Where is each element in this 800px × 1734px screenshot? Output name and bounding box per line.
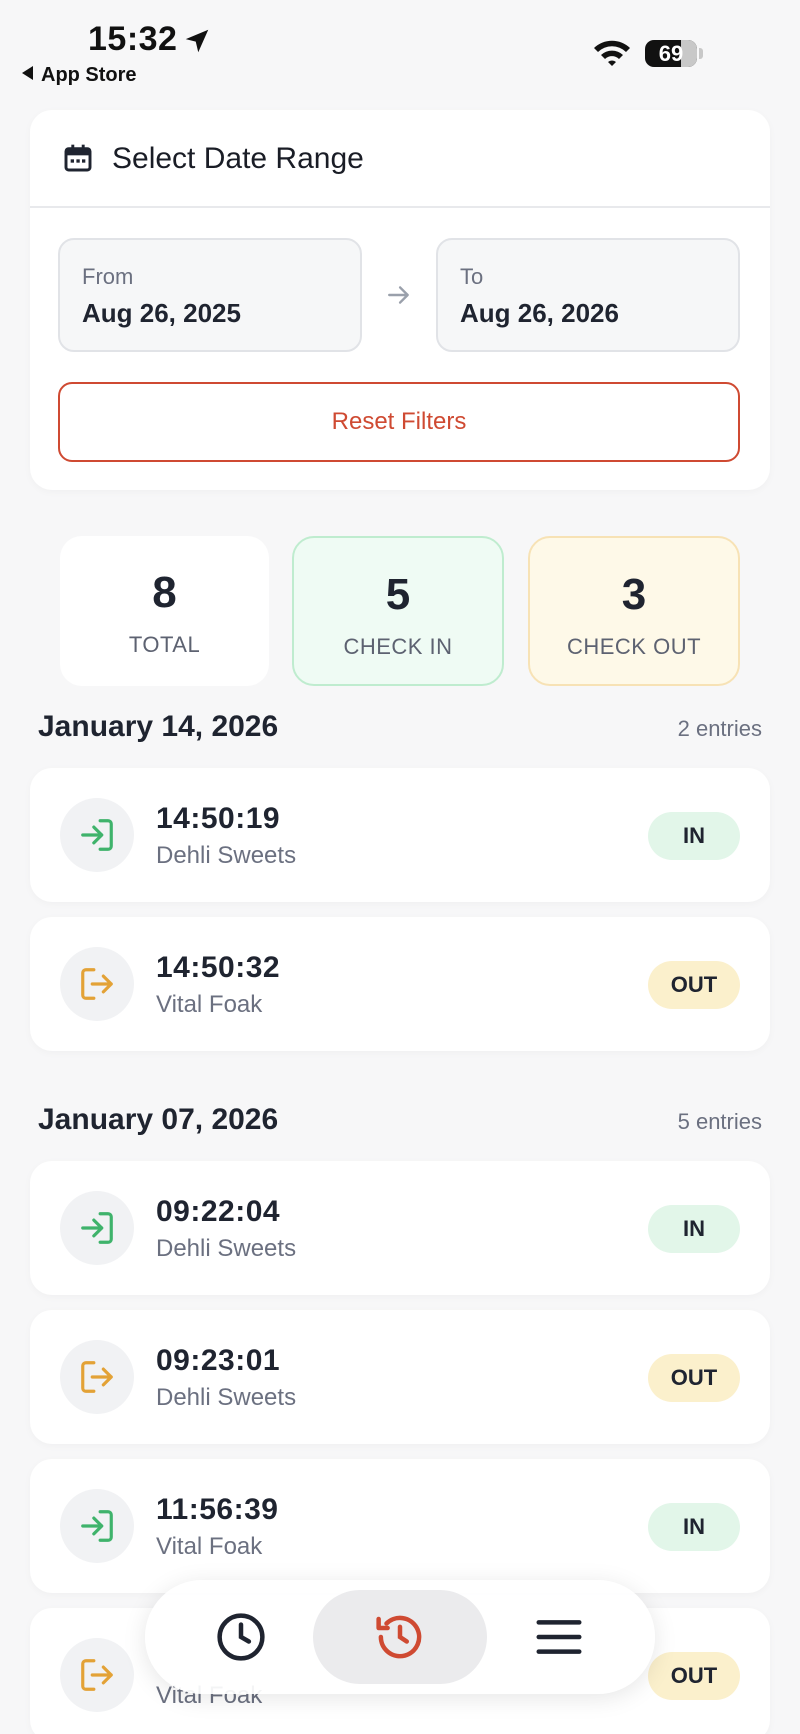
entry-icon-wrap: [60, 1489, 134, 1563]
stat-check-in-card: 5 CHECK IN: [292, 536, 504, 686]
group-entry-count: 5 entries: [677, 1109, 762, 1134]
from-date-field[interactable]: From Aug 26, 2025: [58, 238, 362, 352]
status-bar: 15:32 App Store 69: [0, 0, 800, 96]
from-date-value: Aug 26, 2025: [82, 298, 241, 328]
status-badge: OUT: [648, 1354, 740, 1402]
attendance-entry[interactable]: 11:56:39 Vital Foak IN: [30, 1459, 770, 1593]
reset-filters-button[interactable]: Reset Filters: [58, 382, 740, 462]
stat-check-out-card: 3 CHECK OUT: [528, 536, 740, 686]
entry-place: Dehli Sweets: [156, 842, 297, 869]
entry-icon-wrap: [60, 798, 134, 872]
calendar-icon: [64, 144, 92, 172]
stat-total-value: 8: [152, 568, 177, 617]
date-range-card: Select Date Range From Aug 26, 2025 To A…: [30, 110, 770, 490]
group-date-heading: January 14, 2026: [38, 710, 279, 743]
entry-time: 11:56:39: [156, 1493, 279, 1526]
check-in-icon: [81, 1510, 113, 1542]
group-date-heading: January 07, 2026: [38, 1103, 279, 1136]
status-badge: IN: [648, 812, 740, 860]
entry-icon-wrap: [60, 947, 134, 1021]
tab-clock[interactable]: [181, 1590, 301, 1684]
entry-place: Dehli Sweets: [156, 1235, 297, 1262]
entry-time: 09:23:01: [156, 1344, 281, 1377]
arrow-right-icon: [388, 286, 409, 304]
entry-place: Vital Foak: [156, 1533, 263, 1560]
to-date-value: Aug 26, 2026: [460, 298, 619, 328]
location-arrow-icon: [185, 29, 209, 53]
entry-place: Dehli Sweets: [156, 1384, 297, 1411]
battery-tip: [699, 48, 703, 59]
stat-total-card: 8 TOTAL: [60, 536, 269, 686]
back-app-label: App Store: [41, 64, 137, 86]
check-in-icon: [81, 819, 113, 851]
entry-icon-wrap: [60, 1191, 134, 1265]
stat-check-in-value: 5: [385, 570, 411, 619]
attendance-entry[interactable]: 14:50:19 Dehli Sweets IN: [30, 768, 770, 902]
group-entry-count: 2 entries: [677, 716, 762, 741]
from-date-label: From: [82, 264, 134, 289]
check-in-icon: [81, 1212, 113, 1244]
back-triangle-icon: [22, 66, 33, 80]
entry-time: 14:50:19: [156, 802, 281, 835]
check-out-icon: [81, 968, 113, 1000]
menu-icon: [536, 1620, 582, 1654]
stat-check-out-label: CHECK OUT: [566, 634, 702, 659]
stat-total-label: TOTAL: [128, 632, 201, 657]
to-date-field[interactable]: To Aug 26, 2026: [436, 238, 740, 352]
to-date-label: To: [460, 264, 484, 289]
check-out-icon: [81, 1659, 113, 1691]
entry-place: Vital Foak: [156, 991, 263, 1018]
status-badge: IN: [648, 1205, 740, 1253]
entry-icon-wrap: [60, 1638, 134, 1712]
entry-time: 14:50:32: [156, 951, 281, 984]
bottom-tab-bar: [145, 1580, 655, 1694]
status-badge: OUT: [648, 961, 740, 1009]
attendance-entry[interactable]: 09:22:04 Dehli Sweets IN: [30, 1161, 770, 1295]
entry-time: 09:22:04: [156, 1195, 281, 1228]
date-range-header: Select Date Range: [30, 110, 770, 208]
stat-check-in-label: CHECK IN: [343, 634, 453, 659]
history-icon: [376, 1615, 422, 1659]
status-badge: OUT: [648, 1652, 740, 1700]
clock-icon: [217, 1613, 265, 1661]
status-time: 15:32: [88, 20, 178, 58]
stat-check-out-value: 3: [621, 570, 647, 619]
attendance-entry[interactable]: 14:50:32 Vital Foak OUT: [30, 917, 770, 1051]
battery-percent: 69: [658, 41, 684, 66]
tab-history[interactable]: [313, 1590, 487, 1684]
check-out-icon: [81, 1361, 113, 1393]
date-range-title: Select Date Range: [112, 142, 364, 175]
wifi-icon: [594, 40, 630, 66]
back-to-app-link[interactable]: App Store: [22, 64, 137, 87]
battery-indicator: 69: [645, 40, 697, 67]
tab-menu[interactable]: [499, 1590, 619, 1684]
attendance-entry[interactable]: 09:23:01 Dehli Sweets OUT: [30, 1310, 770, 1444]
entry-icon-wrap: [60, 1340, 134, 1414]
status-badge: IN: [648, 1503, 740, 1551]
